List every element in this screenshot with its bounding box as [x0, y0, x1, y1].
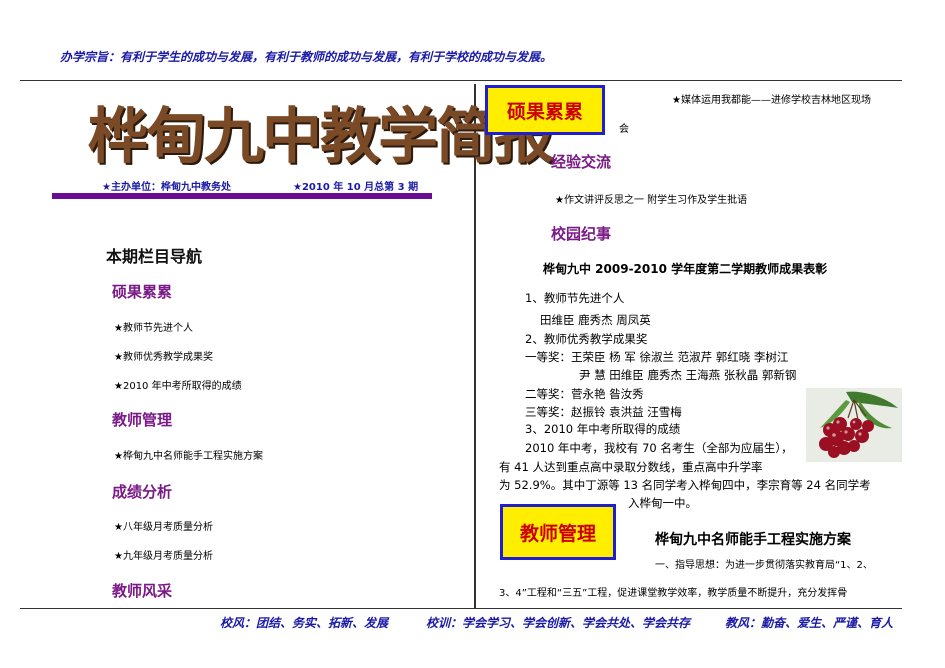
badge-harvest: 硕果累累 — [485, 85, 605, 135]
nav-section-harvest[interactable]: 硕果累累 — [112, 281, 172, 302]
nav-title: 本期栏目导航 — [106, 247, 203, 266]
award-line: 3、2010 年中考所取得的成绩 — [525, 422, 681, 436]
badge-teacher-management: 教师管理 — [500, 504, 616, 560]
masthead-bar — [52, 193, 432, 199]
exchange-item[interactable]: ★作文讲评反思之一 附学生习作及学生批语 — [555, 191, 747, 206]
top-divider — [20, 80, 902, 81]
award-line: 三等奖：赵振铃 袁洪益 汪雪梅 — [525, 405, 682, 419]
award-line: 2010 年中考，我校有 70 名考生（全部为应届生）， — [525, 441, 793, 455]
nav-item[interactable]: ★九年级月考质量分析 — [114, 547, 213, 562]
publisher: ★主办单位：桦甸九中教务处 — [102, 182, 231, 193]
section-exchange: 经验交流 — [551, 153, 612, 171]
plan-line: 一、指导思想：为进一步贯彻落实教育局“1、2、 — [655, 560, 873, 571]
bottom-divider — [20, 608, 902, 609]
award-line: 1、教师节先进个人 — [525, 291, 625, 305]
award-title: 桦甸九中 2009-2010 学年度第二学期教师成果表彰 — [543, 262, 828, 276]
award-line: 田维臣 鹿秀杰 周凤英 — [540, 313, 651, 327]
plan-title: 桦甸九中名师能手工程实施方案 — [655, 532, 851, 548]
award-line: 为 52.9%。其中丁源等 13 名同学考入桦甸四中，李宗育等 24 名同学考 — [499, 478, 871, 492]
nav-item[interactable]: ★教师节先进个人 — [114, 319, 193, 334]
motto-line: 办学宗旨：有利于学生的成功与发展，有利于教师的成功与发展，有利于学校的成功与发展… — [60, 50, 553, 64]
nav-section-score-analysis[interactable]: 成绩分析 — [112, 481, 172, 502]
nav-item[interactable]: ★2010 年中考所取得的成绩 — [114, 377, 242, 392]
cherry-photo — [806, 388, 902, 462]
nav-item[interactable]: ★八年级月考质量分析 — [114, 518, 213, 533]
award-line: 有 41 人达到重点高中录取分数线，重点高中升学率 — [499, 460, 763, 474]
award-line: 2、教师优秀教学成果奖 — [525, 332, 648, 346]
nav-item[interactable]: ★桦甸九中名师能手工程实施方案 — [114, 447, 263, 462]
footer-teaching-style: 教风：勤奋、爱生、严谨、育人 — [725, 616, 894, 630]
nav-section-teacher-management[interactable]: 教师管理 — [112, 409, 172, 430]
award-line: 尹 慧 田维臣 鹿秀杰 王海燕 张秋晶 郭新钢 — [579, 368, 797, 382]
section-campus: 校园纪事 — [551, 225, 612, 243]
nav-item[interactable]: ★教师优秀教学成果奖 — [114, 348, 213, 363]
award-line: 入桦甸一中。 — [628, 496, 697, 510]
media-item[interactable]: ★媒体运用我都能——进修学校吉林地区现场 — [672, 91, 871, 106]
media-item-cont: 会 — [619, 124, 629, 135]
award-line: 二等奖：菅永艳 昝汝秀 — [525, 387, 644, 401]
award-line: 一等奖：王荣臣 杨 军 徐淑兰 范淑芹 郭红晓 李树江 — [525, 350, 789, 364]
footer-school-motto: 校训：学会学习、学会创新、学会共处、学会共存 — [426, 616, 691, 630]
masthead-title: 桦甸九中教学简报 — [88, 102, 554, 172]
nav-section-teacher-showcase[interactable]: 教师风采 — [112, 580, 172, 601]
issue-number: ★2010 年 10 月总第 3 期 — [293, 182, 419, 193]
plan-line: 3、4”工程和“三五”工程，促进课堂教学效率，教学质量不断提升，充分发挥骨 — [499, 588, 848, 599]
footer-school-style: 校风：团结、务实、拓新、发展 — [220, 616, 389, 630]
